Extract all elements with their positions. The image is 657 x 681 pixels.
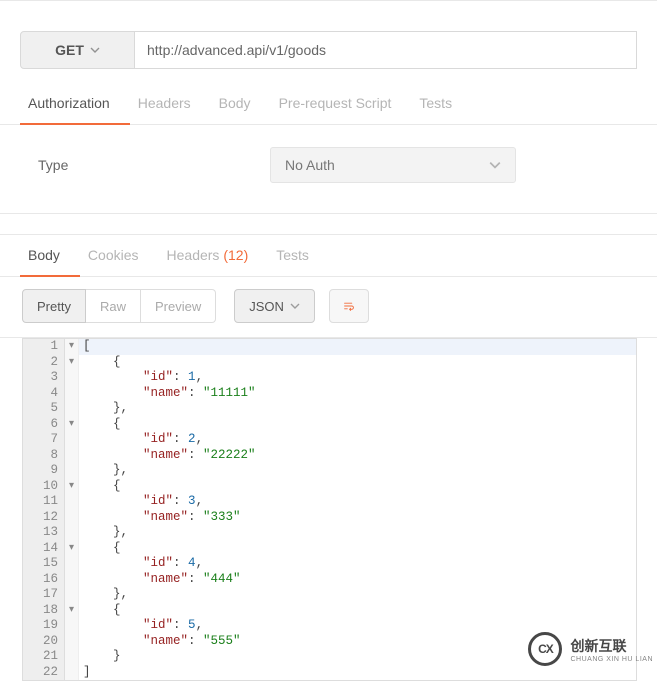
view-pretty-button[interactable]: Pretty [22,289,86,323]
response-body-editor[interactable]: 1▾[2▾ {3 "id": 1,4 "name": "11111"5 },6▾… [22,338,637,681]
http-method-selector[interactable]: GET [20,31,135,69]
watermark: CX 创新互联 CHUANG XIN HU LIAN [528,632,653,666]
http-method-label: GET [55,42,84,58]
code-line: 18▾ { [23,603,636,619]
url-input[interactable] [135,31,637,69]
code-line: 15 "id": 4, [23,556,636,572]
code-line: 11 "id": 3, [23,494,636,510]
watermark-sub: CHUANG XIN HU LIAN [570,656,653,663]
wrap-lines-button[interactable] [329,289,369,323]
code-line: 4 "name": "11111" [23,386,636,402]
format-label: JSON [249,299,284,314]
auth-type-value: No Auth [285,157,335,173]
tab-headers[interactable]: Headers [130,83,211,125]
code-line: 8 "name": "22222" [23,448,636,464]
wrap-icon [344,299,354,313]
tab-cookies[interactable]: Cookies [80,235,159,277]
tab-tests[interactable]: Tests [411,83,472,125]
chevron-down-icon [290,301,300,311]
view-mode-group: PrettyRawPreview [22,289,216,323]
code-line: 12 "name": "333" [23,510,636,526]
watermark-logo: CX [528,632,562,666]
code-line: 10▾ { [23,479,636,495]
code-line: 7 "id": 2, [23,432,636,448]
authorization-section: Type No Auth [0,125,657,214]
code-line: 2▾ { [23,355,636,371]
request-tabs: AuthorizationHeadersBodyPre-request Scri… [0,83,657,125]
code-line: 13 }, [23,525,636,541]
code-line: 1▾[ [23,339,636,355]
code-line: 6▾ { [23,417,636,433]
tab-body[interactable]: Body [20,235,80,277]
response-panel: BodyCookiesHeaders (12)Tests PrettyRawPr… [0,234,657,681]
code-line: 17 }, [23,587,636,603]
code-line: 22] [23,665,636,681]
code-line: 3 "id": 1, [23,370,636,386]
tab-body[interactable]: Body [211,83,271,125]
tab-tests[interactable]: Tests [268,235,329,277]
auth-type-label: Type [20,157,270,173]
request-bar: GET [0,0,657,83]
response-tabs: BodyCookiesHeaders (12)Tests [0,235,657,277]
code-line: 14▾ { [23,541,636,557]
format-selector[interactable]: JSON [234,289,315,323]
code-line: 16 "name": "444" [23,572,636,588]
view-raw-button[interactable]: Raw [86,289,141,323]
tab-pre-request-script[interactable]: Pre-request Script [271,83,412,125]
request-panel: GET AuthorizationHeadersBodyPre-request … [0,0,657,214]
view-preview-button[interactable]: Preview [141,289,216,323]
code-line: 9 }, [23,463,636,479]
tab-authorization[interactable]: Authorization [20,83,130,125]
watermark-main: 创新互联 [570,638,626,654]
tab-headers[interactable]: Headers (12) [159,235,269,277]
code-line: 5 }, [23,401,636,417]
auth-type-selector[interactable]: No Auth [270,147,516,183]
chevron-down-icon [489,159,501,171]
response-toolbar: PrettyRawPreview JSON [0,277,657,338]
chevron-down-icon [90,45,100,55]
